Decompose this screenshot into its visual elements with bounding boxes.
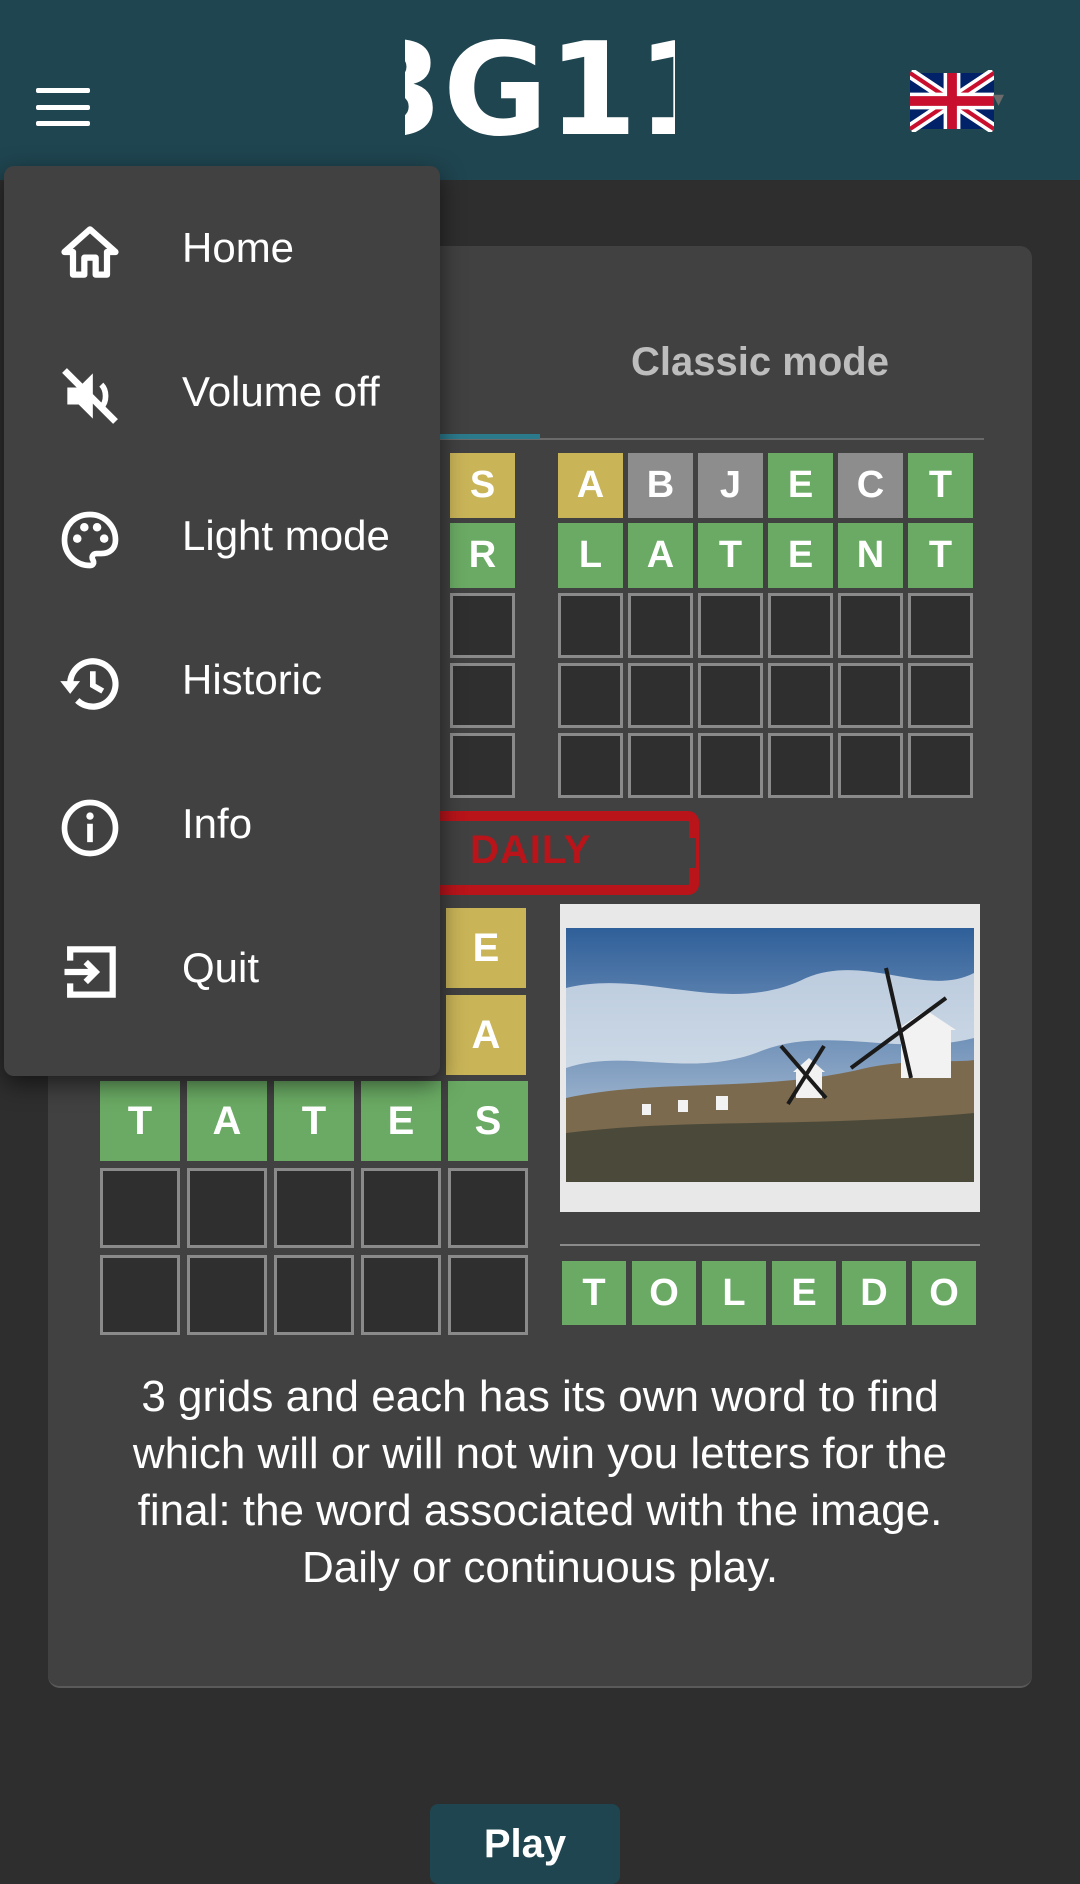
letter-tile [450, 733, 515, 798]
letter-tile [558, 733, 623, 798]
letter-tile [187, 1168, 267, 1248]
letter-tile: B [628, 453, 693, 518]
letter-tile [838, 663, 903, 728]
letter-tile [450, 663, 515, 728]
app-logo: 3G11 [405, 22, 675, 152]
letter-tile: E [446, 908, 526, 988]
letter-tile [448, 1168, 528, 1248]
letter-tile: R [450, 523, 515, 588]
letter-tile: T [908, 523, 973, 588]
letter-tile [698, 733, 763, 798]
letter-tile: S [450, 453, 515, 518]
letter-tile [698, 663, 763, 728]
letter-tile [450, 593, 515, 658]
letter-tile [838, 733, 903, 798]
letter-tile [558, 593, 623, 658]
letter-tile [448, 1255, 528, 1335]
letter-tile [908, 663, 973, 728]
menu-item-volume-off[interactable]: Volume off [4, 322, 440, 466]
letter-tile [361, 1168, 441, 1248]
hamburger-icon[interactable] [36, 88, 90, 126]
play-button[interactable]: Play [430, 1804, 620, 1884]
daily-stamp-text: DAILY [470, 828, 592, 872]
letter-tile: E [768, 523, 833, 588]
answer-tile: E [772, 1261, 836, 1325]
game-description: 3 grids and each has its own word to fin… [132, 1372, 948, 1592]
letter-tile [768, 593, 833, 658]
answer-tile: T [562, 1261, 626, 1325]
tab-classic-mode[interactable]: Classic mode [590, 340, 930, 385]
answer-tile: O [912, 1261, 976, 1325]
menu-label-info: Info [182, 800, 253, 847]
letter-tile [187, 1255, 267, 1335]
menu-label-quit: Quit [182, 944, 260, 991]
menu-label-historic: Historic [182, 656, 323, 703]
letter-tile: C [838, 453, 903, 518]
volume-off-icon [62, 368, 118, 424]
letter-tile [628, 663, 693, 728]
menu-item-light-mode[interactable]: Light mode [4, 466, 440, 610]
chevron-down-icon[interactable]: ▾ [993, 86, 1004, 112]
letter-tile: A [446, 995, 526, 1075]
exit-icon [64, 946, 116, 998]
menu-item-historic[interactable]: Historic [4, 610, 440, 754]
answer-tile: D [842, 1261, 906, 1325]
windmills-photo [566, 928, 974, 1182]
menu-label-home: Home [182, 224, 295, 271]
answer-tile: L [702, 1261, 766, 1325]
letter-tile [274, 1255, 354, 1335]
letter-tile: T [100, 1081, 180, 1161]
palette-icon [61, 511, 119, 569]
menu-item-quit[interactable]: Quit [4, 898, 440, 1042]
letter-tile [100, 1168, 180, 1248]
letter-tile [628, 593, 693, 658]
letter-tile [274, 1168, 354, 1248]
menu-item-home[interactable]: Home [4, 178, 440, 322]
letter-tile: T [274, 1081, 354, 1161]
answer-tile: O [632, 1261, 696, 1325]
letter-tile: E [361, 1081, 441, 1161]
tab-indicator [440, 434, 540, 439]
letter-tile: L [558, 523, 623, 588]
home-icon [61, 226, 119, 278]
letter-tile [628, 733, 693, 798]
menu-item-info[interactable]: Info [4, 754, 440, 898]
letter-tile [838, 593, 903, 658]
letter-tile: T [908, 453, 973, 518]
letter-tile [908, 593, 973, 658]
letter-tile [908, 733, 973, 798]
letter-tile: A [558, 453, 623, 518]
side-menu: Home Volume off Light mode Historic Info… [4, 166, 440, 1076]
letter-tile [768, 733, 833, 798]
letter-tile [100, 1255, 180, 1335]
letter-tile: T [698, 523, 763, 588]
letter-tile: A [628, 523, 693, 588]
svg-text:3G11: 3G11 [405, 22, 675, 152]
letter-tile [698, 593, 763, 658]
letter-tile [558, 663, 623, 728]
info-icon [61, 799, 119, 857]
letter-tile: S [448, 1081, 528, 1161]
app-header: 3G11 ▾ [0, 0, 1080, 180]
answer-divider [560, 1244, 980, 1246]
menu-label-light-mode: Light mode [182, 512, 390, 559]
menu-label-volume-off: Volume off [182, 368, 380, 415]
letter-tile: E [768, 453, 833, 518]
letter-tile: A [187, 1081, 267, 1161]
letter-tile: J [698, 453, 763, 518]
history-icon [60, 658, 119, 710]
uk-flag-icon[interactable] [910, 70, 994, 132]
letter-tile [361, 1255, 441, 1335]
letter-tile: N [838, 523, 903, 588]
letter-tile [768, 663, 833, 728]
